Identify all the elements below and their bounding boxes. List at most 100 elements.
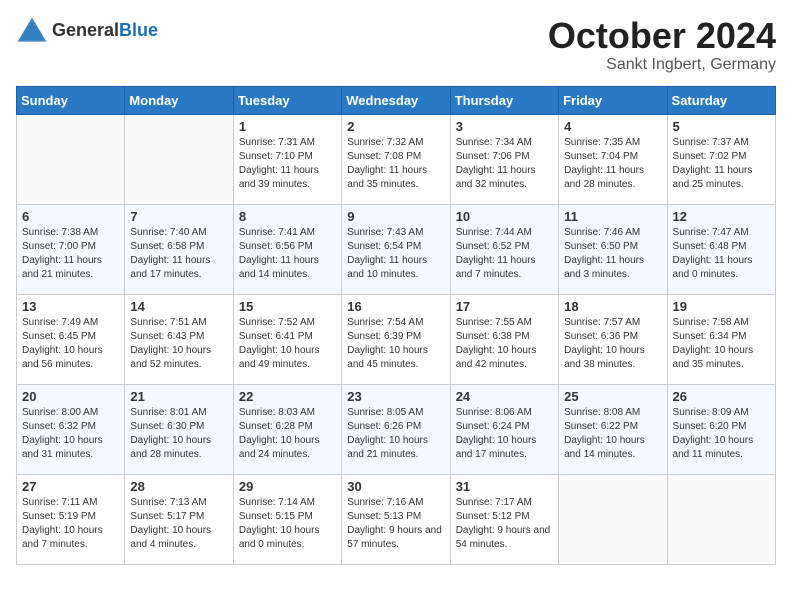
calendar-cell: 27 Sunrise: 7:11 AMSunset: 5:19 PMDayligh… [17, 474, 125, 564]
calendar-week-row: 27 Sunrise: 7:11 AMSunset: 5:19 PMDayligh… [17, 474, 776, 564]
logo-icon [16, 16, 48, 44]
day-info: Sunrise: 7:34 AMSunset: 7:06 PMDaylight:… [456, 136, 553, 192]
day-number: 24 [456, 389, 553, 404]
day-number: 29 [239, 479, 336, 494]
day-number: 8 [239, 209, 336, 224]
day-info: Sunrise: 7:55 AMSunset: 6:38 PMDaylight:… [456, 316, 553, 372]
calendar-cell: 11 Sunrise: 7:46 AMSunset: 6:50 PMDayligh… [559, 204, 667, 294]
title-area: October 2024 Sankt Ingbert, Germany [548, 16, 776, 74]
day-number: 14 [130, 299, 227, 314]
day-number: 27 [22, 479, 119, 494]
calendar-week-row: 20 Sunrise: 8:00 AMSunset: 6:32 PMDayligh… [17, 384, 776, 474]
calendar-cell [125, 114, 233, 204]
day-number: 4 [564, 119, 661, 134]
day-info: Sunrise: 8:00 AMSunset: 6:32 PMDaylight:… [22, 406, 119, 462]
calendar-cell: 29 Sunrise: 7:14 AMSunset: 5:15 PMDayligh… [233, 474, 341, 564]
day-info: Sunrise: 7:54 AMSunset: 6:39 PMDaylight:… [347, 316, 444, 372]
day-info: Sunrise: 7:11 AMSunset: 5:19 PMDaylight:… [22, 496, 119, 552]
day-info: Sunrise: 7:38 AMSunset: 7:00 PMDaylight:… [22, 226, 119, 282]
day-number: 7 [130, 209, 227, 224]
day-number: 23 [347, 389, 444, 404]
day-number: 20 [22, 389, 119, 404]
month-title: October 2024 [548, 16, 776, 56]
calendar-cell: 10Sunrise: 7:44 AMSunset: 6:52 PMDayligh… [450, 204, 558, 294]
day-info: Sunrise: 8:03 AMSunset: 6:28 PMDaylight:… [239, 406, 336, 462]
calendar-cell: 19Sunrise: 7:58 AMSunset: 6:34 PMDayligh… [667, 294, 775, 384]
day-info: Sunrise: 7:46 AMSunset: 6:50 PMDaylight:… [564, 226, 661, 282]
calendar-cell: 1Sunrise: 7:31 AMSunset: 7:10 PMDaylight… [233, 114, 341, 204]
day-info: Sunrise: 7:32 AMSunset: 7:08 PMDaylight:… [347, 136, 444, 192]
weekday-header: Wednesday [342, 86, 450, 114]
day-info: Sunrise: 8:05 AMSunset: 6:26 PMDaylight:… [347, 406, 444, 462]
day-info: Sunrise: 7:14 AMSunset: 5:15 PMDaylight:… [239, 496, 336, 552]
day-number: 21 [130, 389, 227, 404]
calendar-cell: 14 Sunrise: 7:51 AMSunset: 6:43 PMDayligh… [125, 294, 233, 384]
day-number: 12 [673, 209, 770, 224]
day-info: Sunrise: 7:43 AMSunset: 6:54 PMDaylight:… [347, 226, 444, 282]
day-info: Sunrise: 8:06 AMSunset: 6:24 PMDaylight:… [456, 406, 553, 462]
calendar-cell: 16 Sunrise: 7:54 AMSunset: 6:39 PMDayligh… [342, 294, 450, 384]
calendar-cell: 22Sunrise: 8:03 AMSunset: 6:28 PMDayligh… [233, 384, 341, 474]
day-number: 18 [564, 299, 661, 314]
calendar-cell: 20 Sunrise: 8:00 AMSunset: 6:32 PMDayligh… [17, 384, 125, 474]
day-info: Sunrise: 7:16 AMSunset: 5:13 PMDaylight:… [347, 496, 444, 552]
day-number: 30 [347, 479, 444, 494]
weekday-header: Sunday [17, 86, 125, 114]
day-info: Sunrise: 7:49 AMSunset: 6:45 PMDaylight:… [22, 316, 119, 372]
day-number: 11 [564, 209, 661, 224]
calendar-cell: 3 Sunrise: 7:34 AMSunset: 7:06 PMDaylight… [450, 114, 558, 204]
calendar-cell: 24 Sunrise: 8:06 AMSunset: 6:24 PMDayligh… [450, 384, 558, 474]
day-number: 6 [22, 209, 119, 224]
calendar-cell: 26Sunrise: 8:09 AMSunset: 6:20 PMDayligh… [667, 384, 775, 474]
calendar-cell [559, 474, 667, 564]
weekday-header: Thursday [450, 86, 558, 114]
day-info: Sunrise: 8:09 AMSunset: 6:20 PMDaylight:… [673, 406, 770, 462]
day-number: 17 [456, 299, 553, 314]
day-number: 28 [130, 479, 227, 494]
logo-blue: Blue [119, 20, 158, 40]
day-info: Sunrise: 7:51 AMSunset: 6:43 PMDaylight:… [130, 316, 227, 372]
day-info: Sunrise: 8:01 AMSunset: 6:30 PMDaylight:… [130, 406, 227, 462]
weekday-header: Monday [125, 86, 233, 114]
calendar-cell: 8 Sunrise: 7:41 AMSunset: 6:56 PMDaylight… [233, 204, 341, 294]
calendar-cell: 4Sunrise: 7:35 AMSunset: 7:04 PMDaylight… [559, 114, 667, 204]
calendar-cell: 2 Sunrise: 7:32 AMSunset: 7:08 PMDaylight… [342, 114, 450, 204]
day-number: 10 [456, 209, 553, 224]
logo: GeneralBlue [16, 16, 158, 44]
day-number: 2 [347, 119, 444, 134]
day-info: Sunrise: 7:40 AMSunset: 6:58 PMDaylight:… [130, 226, 227, 282]
day-number: 5 [673, 119, 770, 134]
calendar-cell [17, 114, 125, 204]
day-info: Sunrise: 7:52 AMSunset: 6:41 PMDaylight:… [239, 316, 336, 372]
day-info: Sunrise: 7:37 AMSunset: 7:02 PMDaylight:… [673, 136, 770, 192]
weekday-header: Saturday [667, 86, 775, 114]
day-number: 25 [564, 389, 661, 404]
day-info: Sunrise: 8:08 AMSunset: 6:22 PMDaylight:… [564, 406, 661, 462]
calendar-cell: 13 Sunrise: 7:49 AMSunset: 6:45 PMDayligh… [17, 294, 125, 384]
day-info: Sunrise: 7:41 AMSunset: 6:56 PMDaylight:… [239, 226, 336, 282]
calendar-cell: 17 Sunrise: 7:55 AMSunset: 6:38 PMDayligh… [450, 294, 558, 384]
calendar-cell: 9Sunrise: 7:43 AMSunset: 6:54 PMDaylight… [342, 204, 450, 294]
day-number: 16 [347, 299, 444, 314]
calendar-cell: 7 Sunrise: 7:40 AMSunset: 6:58 PMDaylight… [125, 204, 233, 294]
day-info: Sunrise: 7:17 AMSunset: 5:12 PMDaylight:… [456, 496, 553, 552]
day-number: 15 [239, 299, 336, 314]
day-number: 3 [456, 119, 553, 134]
calendar-cell: 15 Sunrise: 7:52 AMSunset: 6:41 PMDayligh… [233, 294, 341, 384]
calendar-cell: 6 Sunrise: 7:38 AMSunset: 7:00 PMDaylight… [17, 204, 125, 294]
day-number: 13 [22, 299, 119, 314]
weekday-header: Tuesday [233, 86, 341, 114]
day-info: Sunrise: 7:57 AMSunset: 6:36 PMDaylight:… [564, 316, 661, 372]
page-header: GeneralBlue October 2024 Sankt Ingbert, … [16, 16, 776, 74]
day-number: 1 [239, 119, 336, 134]
calendar-cell: 23 Sunrise: 8:05 AMSunset: 6:26 PMDayligh… [342, 384, 450, 474]
calendar-week-row: 1Sunrise: 7:31 AMSunset: 7:10 PMDaylight… [17, 114, 776, 204]
calendar-cell: 31Sunrise: 7:17 AMSunset: 5:12 PMDayligh… [450, 474, 558, 564]
calendar-week-row: 13 Sunrise: 7:49 AMSunset: 6:45 PMDayligh… [17, 294, 776, 384]
calendar-cell: 25 Sunrise: 8:08 AMSunset: 6:22 PMDayligh… [559, 384, 667, 474]
calendar-cell: 18 Sunrise: 7:57 AMSunset: 6:36 PMDayligh… [559, 294, 667, 384]
calendar-week-row: 6 Sunrise: 7:38 AMSunset: 7:00 PMDaylight… [17, 204, 776, 294]
weekday-header-row: SundayMondayTuesdayWednesdayThursdayFrid… [17, 86, 776, 114]
calendar-cell: 30 Sunrise: 7:16 AMSunset: 5:13 PMDayligh… [342, 474, 450, 564]
calendar-cell: 12Sunrise: 7:47 AMSunset: 6:48 PMDayligh… [667, 204, 775, 294]
